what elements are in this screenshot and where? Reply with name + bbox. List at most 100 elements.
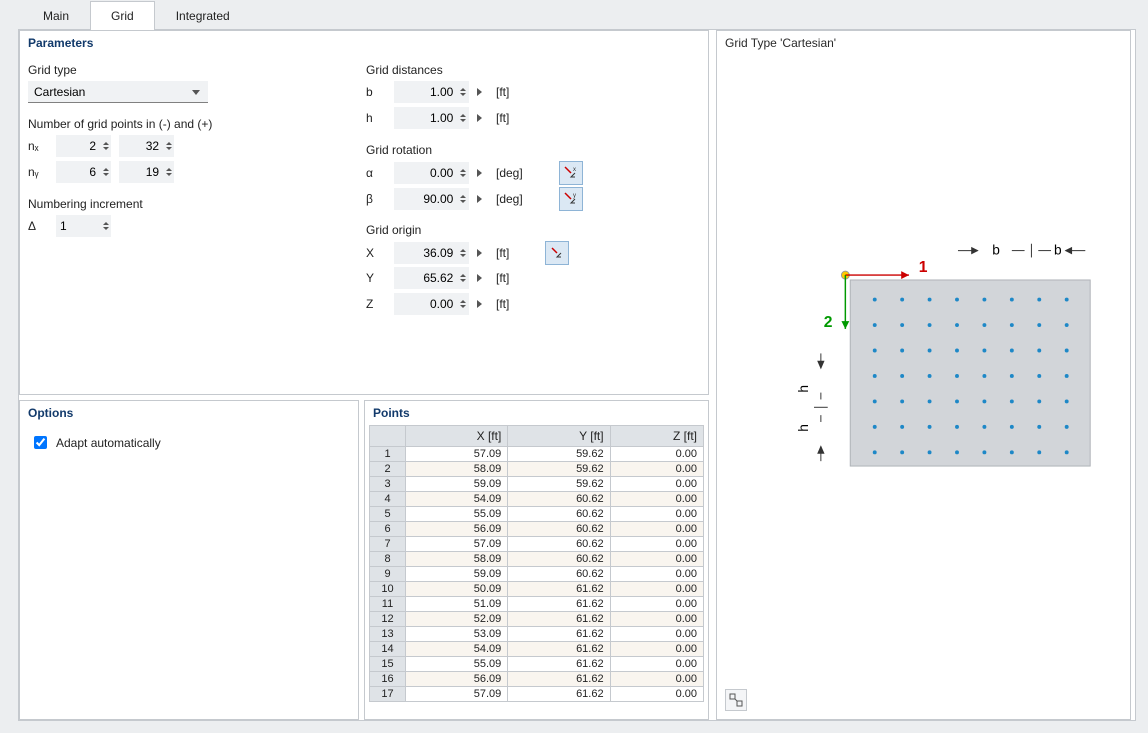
delta-spinner[interactable] xyxy=(56,215,111,237)
dist-b-label: b xyxy=(366,85,386,99)
cell-y: 61.62 xyxy=(508,582,610,597)
beta-more-icon[interactable] xyxy=(477,195,482,203)
numbering-label: Numbering increment xyxy=(28,197,143,211)
cell-y: 61.62 xyxy=(508,627,610,642)
pick-beta-button[interactable]: y xyxy=(559,187,583,211)
svg-text:x: x xyxy=(573,167,576,173)
grid-type-select-wrap xyxy=(28,81,208,103)
origin-y-spinner[interactable] xyxy=(394,267,469,289)
cell-z: 0.00 xyxy=(610,567,703,582)
cell-y: 59.62 xyxy=(508,477,610,492)
pick-alpha-button[interactable]: x xyxy=(559,161,583,185)
table-row[interactable]: 1050.0961.620.00 xyxy=(370,582,704,597)
origin-z-spinner[interactable] xyxy=(394,293,469,315)
svg-text:y: y xyxy=(573,193,576,199)
table-row[interactable]: 858.0960.620.00 xyxy=(370,552,704,567)
delta-sym: Δ xyxy=(28,219,48,233)
origin-x-spinner[interactable] xyxy=(394,242,469,264)
cell-y: 60.62 xyxy=(508,507,610,522)
nx-pos-spinner[interactable] xyxy=(119,135,174,157)
cell-index: 4 xyxy=(370,492,406,507)
beta-spinner[interactable] xyxy=(394,188,469,210)
npoints-label: Number of grid points in (-) and (+) xyxy=(28,117,212,131)
cell-x: 57.09 xyxy=(406,537,508,552)
table-row[interactable]: 454.0960.620.00 xyxy=(370,492,704,507)
preview-panel: Grid Type 'Cartesian' b b 1 2 xyxy=(716,30,1131,720)
origin-z-more-icon[interactable] xyxy=(477,300,482,308)
table-row[interactable]: 157.0959.620.00 xyxy=(370,447,704,462)
table-row[interactable]: 959.0960.620.00 xyxy=(370,567,704,582)
cell-y: 61.62 xyxy=(508,597,610,612)
parameters-title: Parameters xyxy=(28,36,93,50)
pick-axis-x-icon: x xyxy=(563,165,579,181)
preview-b-label-2: b xyxy=(1054,243,1062,258)
table-row[interactable]: 656.0960.620.00 xyxy=(370,522,704,537)
tab-main[interactable]: Main xyxy=(22,1,90,30)
table-row[interactable]: 1454.0961.620.00 xyxy=(370,642,704,657)
cell-y: 61.62 xyxy=(508,657,610,672)
cell-x: 56.09 xyxy=(406,672,508,687)
adapt-checkbox[interactable] xyxy=(34,436,47,449)
table-row[interactable]: 359.0959.620.00 xyxy=(370,477,704,492)
beta-unit: [deg] xyxy=(496,192,523,206)
origin-y-unit: [ft] xyxy=(496,271,509,285)
ny-pos-spinner[interactable] xyxy=(119,161,174,183)
origin-z-unit: [ft] xyxy=(496,297,509,311)
points-table: X [ft] Y [ft] Z [ft] 157.0959.620.00258.… xyxy=(369,425,704,702)
preview-axis-1: 1 xyxy=(919,259,928,276)
rotation-label: Grid rotation xyxy=(366,143,432,157)
pick-axis-y-icon: y xyxy=(563,191,579,207)
cell-x: 54.09 xyxy=(406,492,508,507)
cell-index: 9 xyxy=(370,567,406,582)
cell-index: 17 xyxy=(370,687,406,702)
tab-grid[interactable]: Grid xyxy=(90,1,155,30)
table-row[interactable]: 1353.0961.620.00 xyxy=(370,627,704,642)
table-row[interactable]: 1555.0961.620.00 xyxy=(370,657,704,672)
grid-type-select[interactable] xyxy=(28,81,208,103)
alpha-label: α xyxy=(366,166,386,180)
cell-x: 59.09 xyxy=(406,477,508,492)
content-area: Parameters Grid type Number of grid poin… xyxy=(18,29,1136,721)
points-header-y: Y [ft] xyxy=(508,426,610,447)
dist-h-unit: [ft] xyxy=(496,111,509,125)
cell-index: 16 xyxy=(370,672,406,687)
dist-h-more-icon[interactable] xyxy=(477,114,482,122)
table-row[interactable]: 1252.0961.620.00 xyxy=(370,612,704,627)
cell-y: 61.62 xyxy=(508,687,610,702)
alpha-spinner[interactable] xyxy=(394,162,469,184)
table-row[interactable]: 1757.0961.620.00 xyxy=(370,687,704,702)
options-title: Options xyxy=(28,406,73,420)
origin-x-more-icon[interactable] xyxy=(477,249,482,257)
ny-neg-spinner[interactable] xyxy=(56,161,111,183)
cell-z: 0.00 xyxy=(610,507,703,522)
dist-b-spinner[interactable] xyxy=(394,81,469,103)
preview-extra-button[interactable] xyxy=(725,689,747,711)
alpha-more-icon[interactable] xyxy=(477,169,482,177)
cell-x: 57.09 xyxy=(406,447,508,462)
cell-y: 60.62 xyxy=(508,492,610,507)
cell-x: 55.09 xyxy=(406,507,508,522)
points-title: Points xyxy=(373,406,410,420)
preview-h-label-2: h xyxy=(796,424,811,432)
table-row[interactable]: 555.0960.620.00 xyxy=(370,507,704,522)
cell-z: 0.00 xyxy=(610,477,703,492)
dist-h-spinner[interactable] xyxy=(394,107,469,129)
nx-neg-spinner[interactable] xyxy=(56,135,111,157)
table-row[interactable]: 1151.0961.620.00 xyxy=(370,597,704,612)
table-row[interactable]: 258.0959.620.00 xyxy=(370,462,704,477)
grid-type-label: Grid type xyxy=(28,63,77,77)
preview-axis-2: 2 xyxy=(824,314,833,331)
points-scroll[interactable]: X [ft] Y [ft] Z [ft] 157.0959.620.00258.… xyxy=(369,425,704,715)
origin-y-more-icon[interactable] xyxy=(477,274,482,282)
cell-x: 58.09 xyxy=(406,462,508,477)
pick-origin-button[interactable] xyxy=(545,241,569,265)
cell-y: 61.62 xyxy=(508,642,610,657)
cell-x: 55.09 xyxy=(406,657,508,672)
cell-z: 0.00 xyxy=(610,657,703,672)
tab-integrated[interactable]: Integrated xyxy=(155,1,251,30)
distances-label: Grid distances xyxy=(366,63,443,77)
table-row[interactable]: 757.0960.620.00 xyxy=(370,537,704,552)
dist-b-more-icon[interactable] xyxy=(477,88,482,96)
cell-z: 0.00 xyxy=(610,642,703,657)
table-row[interactable]: 1656.0961.620.00 xyxy=(370,672,704,687)
